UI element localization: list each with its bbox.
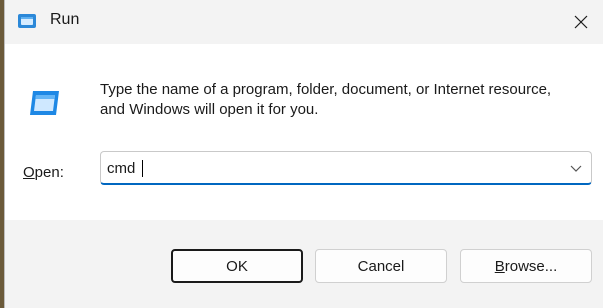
button-bar: OK Cancel Browse... bbox=[5, 220, 603, 308]
title-bar[interactable]: Run bbox=[5, 0, 603, 44]
command-input[interactable] bbox=[107, 155, 547, 181]
text-cursor bbox=[142, 160, 143, 177]
open-label-access-key: O bbox=[23, 164, 35, 181]
run-icon bbox=[30, 91, 59, 115]
dialog-description: Type the name of a program, folder, docu… bbox=[100, 81, 552, 118]
browse-access-key: B bbox=[494, 257, 505, 275]
dialog-body: Type the name of a program, folder, docu… bbox=[5, 44, 603, 220]
open-combobox[interactable] bbox=[100, 151, 592, 185]
chevron-down-icon[interactable] bbox=[569, 162, 583, 174]
window-title: Run bbox=[50, 11, 80, 28]
run-dialog: Run Type the name of a program, folder, … bbox=[4, 0, 603, 308]
browse-label-text: rowse... bbox=[504, 257, 558, 275]
open-label-text: pen: bbox=[34, 164, 64, 181]
close-button[interactable] bbox=[558, 0, 603, 44]
close-icon bbox=[574, 15, 588, 29]
open-label: Open: bbox=[23, 164, 64, 181]
browse-label: Browse... bbox=[495, 258, 558, 275]
cancel-button[interactable]: Cancel bbox=[315, 249, 447, 283]
browse-button[interactable]: Browse... bbox=[460, 249, 592, 283]
run-icon bbox=[18, 14, 36, 28]
ok-button[interactable]: OK bbox=[171, 249, 303, 283]
